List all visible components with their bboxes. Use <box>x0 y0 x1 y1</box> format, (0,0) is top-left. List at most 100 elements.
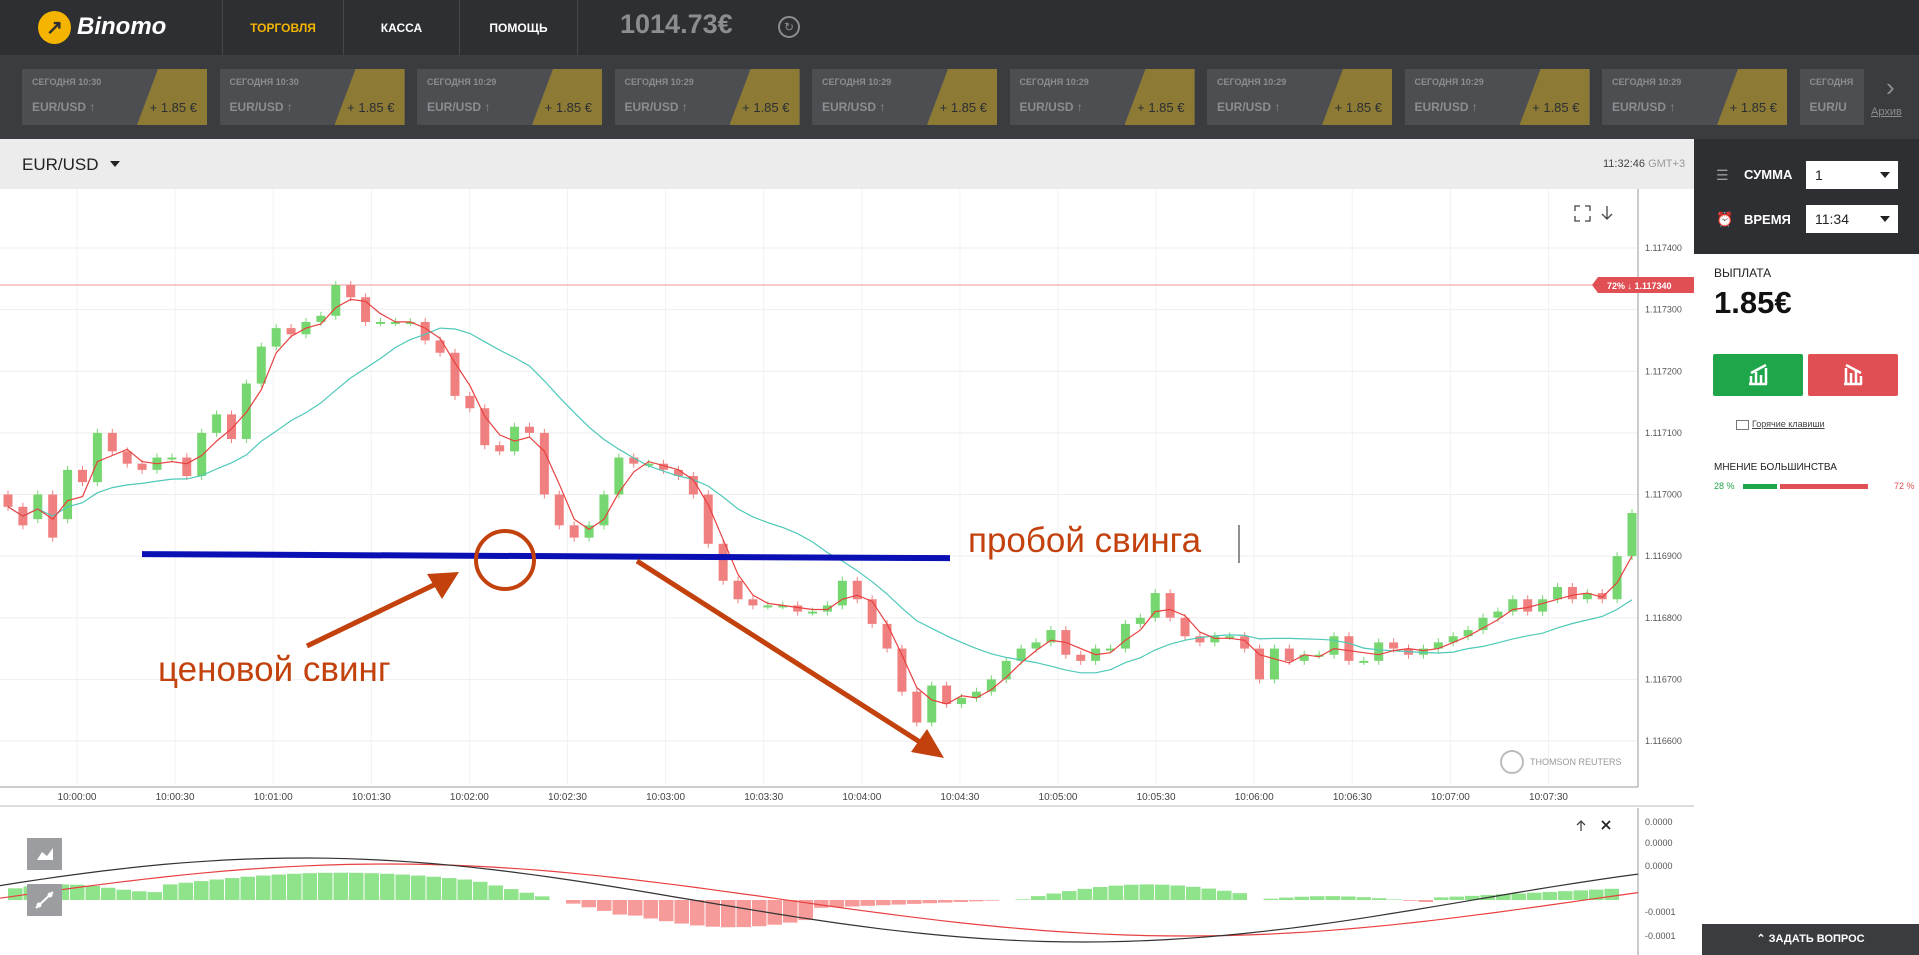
card-pair: EUR/USD ↑ <box>229 100 293 114</box>
macd-histogram-bar <box>256 875 271 900</box>
macd-histogram-bar <box>612 900 627 915</box>
history-card[interactable]: СЕГОДНЯ 10:30 EUR/USD ↑ + 1.85 € <box>22 69 207 125</box>
chevron-down-icon[interactable] <box>110 161 120 167</box>
candle <box>1255 648 1265 680</box>
annotation-breakout: пробой свинга <box>968 521 1202 560</box>
macd-histogram-bar <box>364 873 379 900</box>
macd-histogram-bar <box>380 873 395 900</box>
card-result-band <box>1717 69 1787 125</box>
ask-question-button[interactable]: ⌃ ЗАДАТЬ ВОПРОС <box>1702 924 1919 955</box>
asset-selector[interactable]: EUR/USD <box>22 155 99 175</box>
nav-help[interactable]: ПОМОЩЬ <box>459 0 578 55</box>
call-up-button[interactable] <box>1713 354 1803 396</box>
macd-histogram-bar <box>333 872 348 900</box>
logo[interactable]: ↗ Binomo <box>38 10 166 44</box>
candle <box>3 494 13 507</box>
sum-input[interactable]: 1 <box>1806 161 1898 189</box>
macd-tick-label: 0.0000 <box>1645 838 1673 848</box>
candle <box>495 445 505 452</box>
candle <box>1359 660 1369 663</box>
macd-histogram-bar <box>1573 890 1588 900</box>
x-tick-label: 10:01:00 <box>254 792 293 803</box>
candle <box>718 543 728 581</box>
logo-text: Binomo <box>77 13 167 40</box>
macd-histogram-bar <box>1542 891 1557 900</box>
macd-histogram-bar <box>1279 897 1294 900</box>
macd-tick-label: -0.0001 <box>1645 931 1676 941</box>
x-tick-label: 10:06:00 <box>1235 792 1274 803</box>
candle <box>822 605 832 612</box>
candle <box>882 623 892 649</box>
server-clock: 11:32:46 GMT+3 <box>1603 158 1686 170</box>
candle <box>167 457 177 460</box>
history-card[interactable]: СЕГОДНЯ 10:29 EUR/USD ↑ + 1.85 € <box>1009 69 1195 125</box>
archive-link[interactable]: Архив <box>1871 106 1902 118</box>
card-pair: EUR/USD ↑ <box>1612 100 1676 114</box>
drawing-tool-button[interactable] <box>27 884 62 916</box>
history-card[interactable]: СЕГОДНЯ 10:29 EUR/USD ↑ + 1.85 € <box>614 69 800 125</box>
candle <box>1240 636 1250 649</box>
macd-histogram-bar <box>659 900 674 922</box>
candle <box>435 340 445 353</box>
nav-trading[interactable]: ТОРГОВЛЯ <box>222 0 343 55</box>
put-down-button[interactable] <box>1808 354 1898 396</box>
history-card[interactable]: СЕГОДНЯ 10:30 EUR/USD ↑ + 1.85 € <box>219 69 405 125</box>
macd-histogram-bar <box>860 900 875 906</box>
macd-tick-label: 0.0000 <box>1645 861 1673 871</box>
macd-histogram-bar <box>752 900 767 927</box>
y-tick-label: 1.116800 <box>1645 613 1682 623</box>
candle <box>942 685 952 705</box>
opinion-up-bar <box>1743 484 1777 489</box>
candle <box>1374 642 1384 661</box>
candle <box>1463 630 1473 637</box>
card-result-band <box>729 69 800 125</box>
nav-cashier[interactable]: КАССА <box>343 0 459 55</box>
history-card[interactable]: СЕГОДНЯ 10:29 EUR/USD ↑ + 1.85 € <box>1207 69 1392 125</box>
candle <box>1329 636 1339 655</box>
chevron-down-icon[interactable] <box>1880 172 1890 178</box>
history-card[interactable]: СЕГОДНЯ 10:29 EUR/USD ↑ + 1.85 € <box>1404 69 1590 125</box>
macd-histogram-bar <box>1217 890 1232 900</box>
candle <box>1284 648 1294 661</box>
chevron-down-icon[interactable] <box>1880 216 1890 222</box>
macd-histogram-bar <box>116 889 131 900</box>
candle <box>1120 623 1130 649</box>
price-chart[interactable]: 1.117400 1.117300 1.117200 1.117100 1.117000… <box>0 189 1694 955</box>
card-amount: + 1.85 € <box>939 100 987 115</box>
candle <box>1150 593 1160 618</box>
history-card[interactable]: СЕГОДНЯ 10:29 EUR/USD ↑ + 1.85 € <box>1602 69 1787 125</box>
download-icon <box>1601 206 1613 220</box>
macd-histogram-bar <box>674 900 689 924</box>
history-card[interactable]: СЕГОДНЯ EUR/U <box>1799 69 1864 125</box>
candle <box>957 697 967 705</box>
candle <box>510 426 520 452</box>
macd-histogram-bar <box>426 876 441 900</box>
macd-histogram-bar <box>1186 886 1201 900</box>
coins-icon: ☰ <box>1716 167 1729 183</box>
card-time: СЕГОДНЯ 10:29 <box>822 77 892 87</box>
x-tick-label: 10:06:30 <box>1333 792 1372 803</box>
history-card[interactable]: СЕГОДНЯ 10:29 EUR/USD ↑ + 1.85 € <box>417 69 602 125</box>
macd-histogram-bar <box>1124 884 1139 900</box>
chevron-right-icon[interactable]: › <box>1886 72 1895 103</box>
refresh-icon[interactable]: ↻ <box>778 16 800 38</box>
indicator-tool-button[interactable] <box>27 838 62 870</box>
candle <box>569 525 579 538</box>
candle <box>122 451 132 464</box>
macd-histogram-bar <box>1341 896 1356 900</box>
candle <box>375 321 385 324</box>
card-amount: + 1.85 € <box>742 100 790 115</box>
macd-histogram-bar <box>1031 896 1046 900</box>
hotkeys-link[interactable]: Горячие клавиши <box>1752 419 1825 429</box>
expiry-time-select[interactable]: 11:34 <box>1806 205 1898 233</box>
history-card[interactable]: СЕГОДНЯ 10:29 EUR/USD ↑ + 1.85 € <box>812 69 997 125</box>
macd-histogram-bar <box>1170 885 1185 900</box>
candle <box>1523 599 1533 612</box>
candle <box>480 408 490 446</box>
x-tick-label: 10:00:30 <box>156 792 195 803</box>
watermark-text: THOMSON REUTERS <box>1530 757 1622 767</box>
balance[interactable]: 1014.73€ <box>620 9 733 40</box>
logo-icon: ↗ <box>38 10 71 44</box>
macd-histogram-bar <box>178 882 193 900</box>
macd-histogram-bar <box>194 881 209 900</box>
